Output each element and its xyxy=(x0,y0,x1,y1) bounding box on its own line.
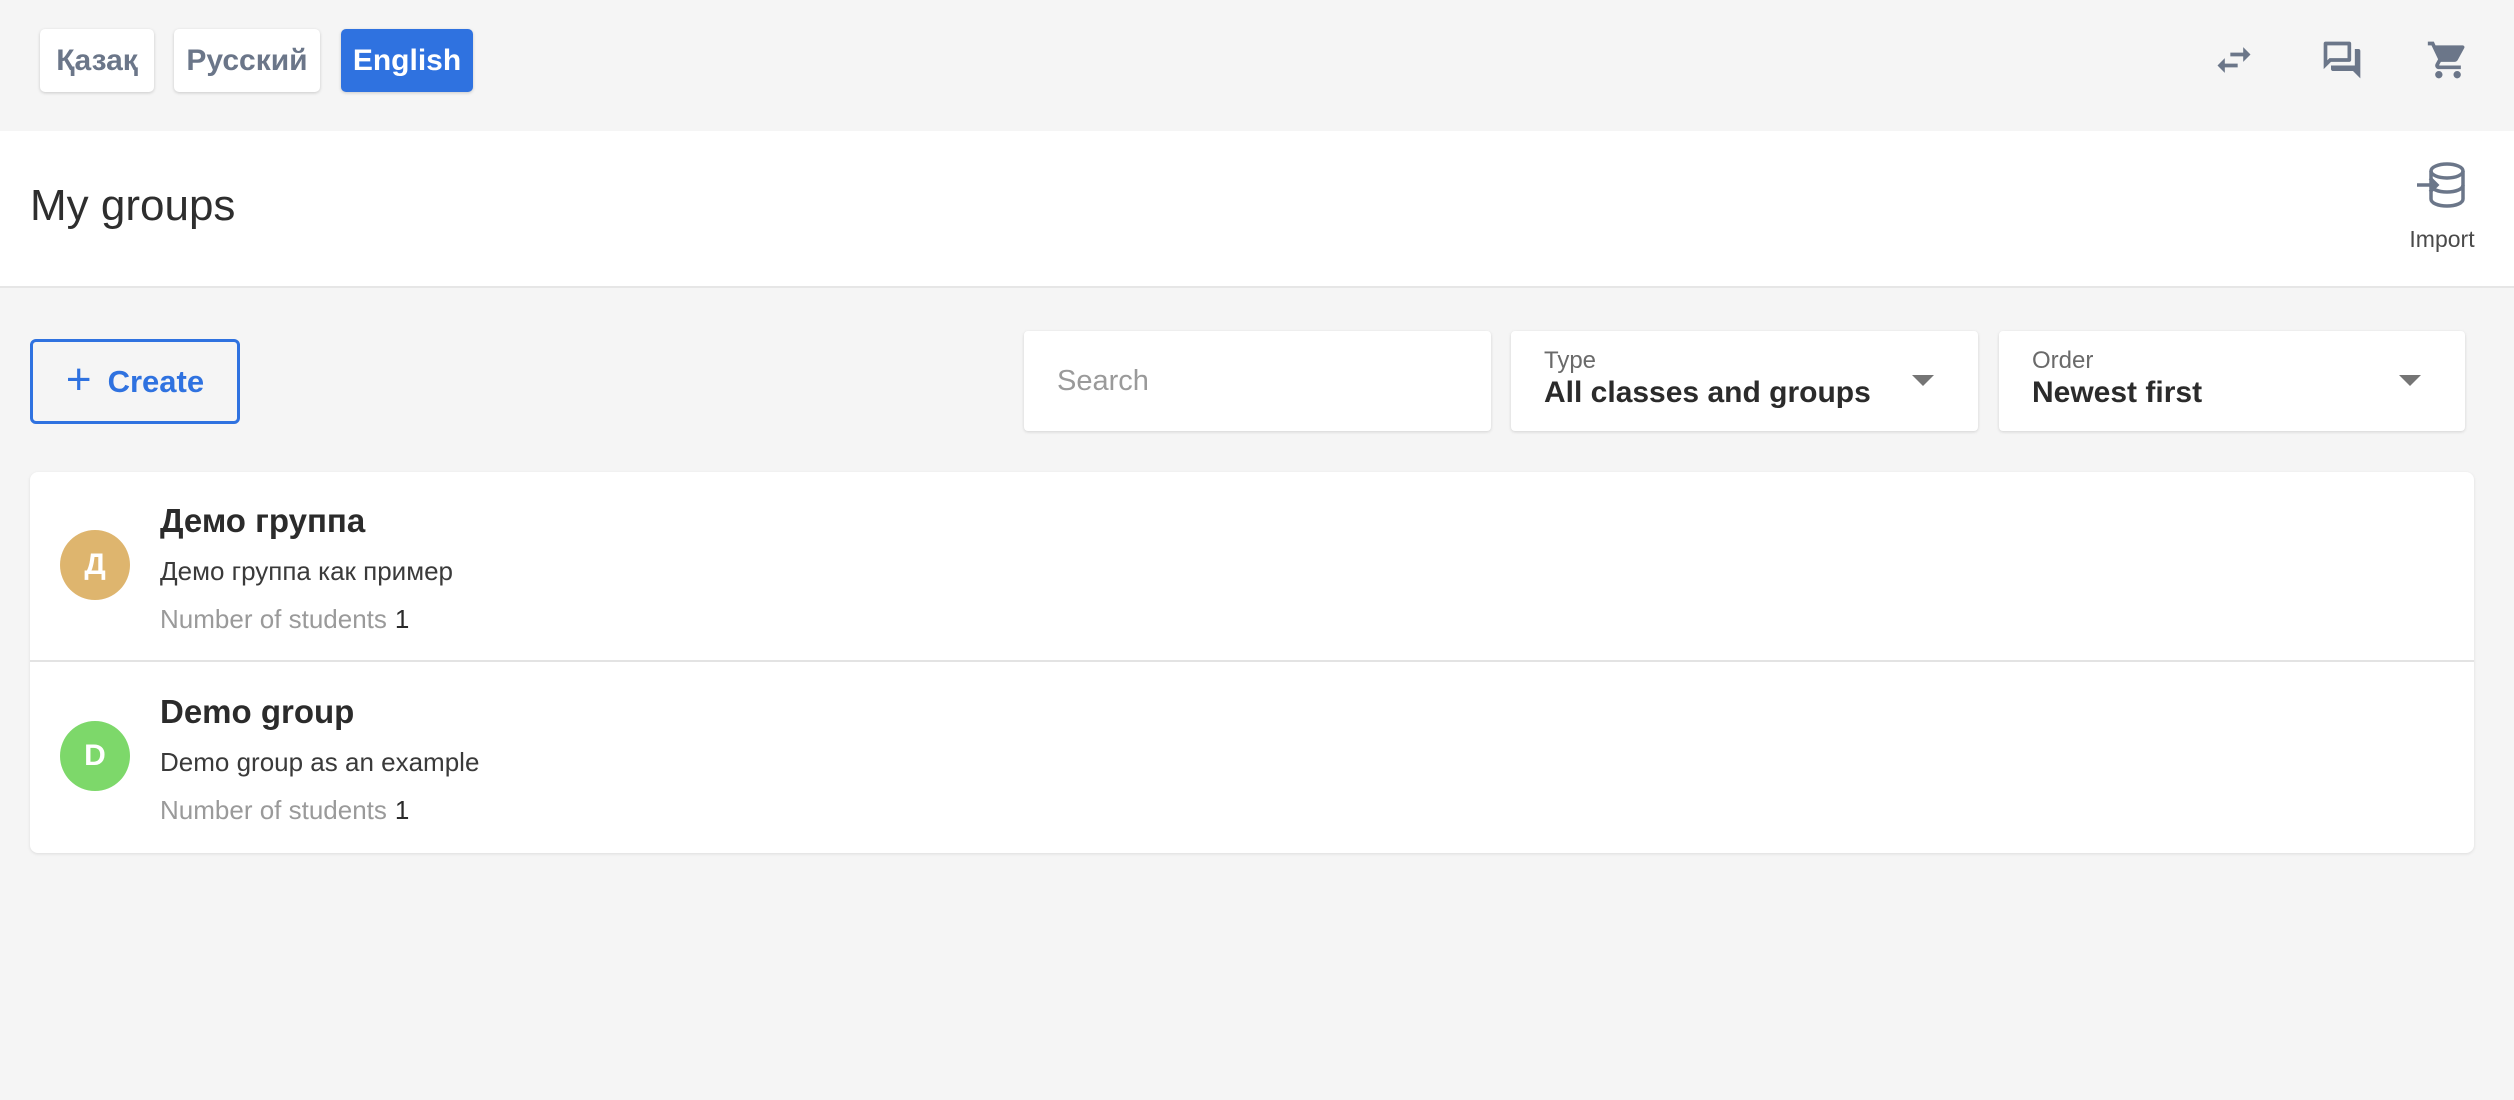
type-select-label: Type xyxy=(1544,347,1597,374)
group-description: Demo group as an example xyxy=(160,747,480,777)
dropdown-arrow-icon xyxy=(1912,375,1934,386)
avatar: D xyxy=(60,721,130,791)
top-bar: Қазақ Русский English xyxy=(0,0,2514,130)
language-button-russian[interactable]: Русский xyxy=(174,29,320,92)
search-input[interactable] xyxy=(1024,331,1491,431)
student-count-label: Number of students xyxy=(160,795,387,825)
group-name: Демо группа xyxy=(160,502,366,539)
page-header: My groups Import xyxy=(0,131,2514,288)
student-count: Number of students 1 xyxy=(160,795,409,826)
search-field xyxy=(1024,331,1491,431)
group-list-item[interactable]: D Demo group Demo group as an example Nu… xyxy=(30,663,2474,853)
create-button[interactable]: + Create xyxy=(30,339,240,424)
database-import-icon xyxy=(2417,162,2465,208)
swap-icon[interactable] xyxy=(2206,32,2262,88)
student-count-value: 1 xyxy=(394,795,410,825)
language-button-english[interactable]: English xyxy=(341,29,473,92)
group-list: Д Демо группа Демо группа как пример Num… xyxy=(30,472,2474,853)
order-select-label: Order xyxy=(2032,347,2094,374)
student-count-value: 1 xyxy=(394,604,410,634)
student-count: Number of students 1 xyxy=(160,604,409,635)
avatar: Д xyxy=(60,530,130,600)
chat-icon[interactable] xyxy=(2314,32,2370,88)
order-select-value: Newest first xyxy=(2032,376,2203,409)
plus-icon: + xyxy=(65,354,92,404)
dropdown-arrow-icon xyxy=(2399,375,2421,386)
import-label: Import xyxy=(2409,226,2475,252)
language-button-kazakh[interactable]: Қазақ xyxy=(40,29,154,92)
group-description: Демо группа как пример xyxy=(160,556,453,586)
group-list-item[interactable]: Д Демо группа Демо группа как пример Num… xyxy=(30,472,2474,662)
cart-icon[interactable] xyxy=(2420,32,2476,88)
page-title: My groups xyxy=(30,181,236,230)
order-select[interactable]: Order Newest first xyxy=(1999,331,2465,431)
type-select[interactable]: Type All classes and groups xyxy=(1511,331,1978,431)
type-select-value: All classes and groups xyxy=(1544,376,1871,409)
create-label: Create xyxy=(107,363,205,399)
group-name: Demo group xyxy=(160,693,355,730)
student-count-label: Number of students xyxy=(160,604,387,634)
import-button[interactable]: Import xyxy=(2392,157,2492,267)
